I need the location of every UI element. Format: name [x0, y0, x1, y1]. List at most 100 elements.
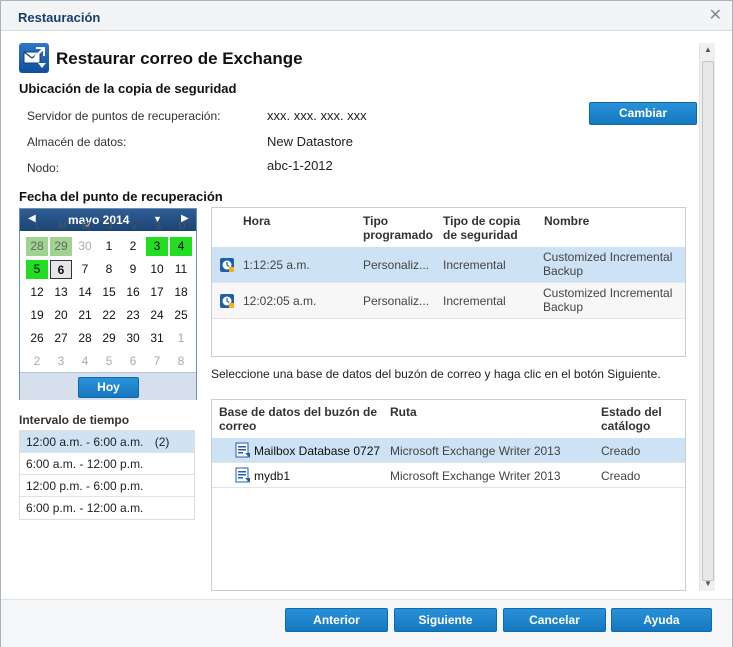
column-header-time[interactable]: Hora — [243, 214, 270, 228]
calendar-day[interactable]: 13 — [50, 283, 72, 302]
calendar-day[interactable]: 8 — [98, 260, 120, 279]
interval-item[interactable]: 6:00 a.m. - 12:00 p.m. — [20, 453, 194, 475]
calendar-day[interactable]: 17 — [146, 283, 168, 302]
database-path: Microsoft Exchange Writer 2013 — [390, 469, 561, 483]
time-interval-list: 12:00 a.m. - 6:00 a.m. (2) 6:00 a.m. - 1… — [19, 430, 195, 520]
column-header-path[interactable]: Ruta — [390, 405, 417, 419]
column-header-catalog-status[interactable]: Estado del catálogo — [601, 405, 662, 433]
calendar-day[interactable]: 26 — [26, 329, 48, 348]
calendar-day[interactable]: 24 — [146, 306, 168, 325]
mailbox-database-grid: Base de datos del buzón de correo Ruta E… — [211, 399, 686, 591]
mailbox-database-row[interactable]: Mailbox Database 0727 Microsoft Exchange… — [212, 438, 685, 463]
calendar-day[interactable]: 5 — [26, 260, 48, 279]
calendar-day[interactable]: 16 — [122, 283, 144, 302]
calendar-day[interactable]: 4 — [170, 237, 192, 256]
calendar-day[interactable]: 15 — [98, 283, 120, 302]
calendar-day[interactable]: 14 — [74, 283, 96, 302]
database-status: Creado — [601, 469, 641, 483]
weekday-label: L — [35, 221, 41, 232]
database-icon — [235, 467, 251, 483]
calendar-day[interactable]: 10 — [146, 260, 168, 279]
calendar-day[interactable]: 22 — [98, 306, 120, 325]
calendar-day[interactable]: 11 — [170, 260, 192, 279]
close-icon[interactable]: ✕ — [709, 5, 722, 25]
change-button[interactable]: Cambiar — [589, 102, 697, 125]
rp-schedule: Personaliz... — [363, 258, 430, 272]
calendar-day[interactable]: 2 — [122, 237, 144, 256]
recovery-point-row[interactable]: 12:02:05 a.m. Personaliz... Incremental … — [212, 283, 685, 319]
calendar-day[interactable]: 21 — [74, 306, 96, 325]
weekday-label: J — [107, 221, 113, 232]
calendar-day[interactable]: 28 — [26, 237, 48, 256]
mailbox-database-row[interactable]: mydb1 Microsoft Exchange Writer 2013 Cre… — [212, 463, 685, 488]
recovery-calendar: ◀ mayo 2014 ▼ ▶ Hoy L M M J V S D 28 29 30 1 2 3 4 5 6 7… — [19, 208, 197, 400]
calendar-day[interactable]: 6 — [122, 352, 144, 371]
recovery-point-icon — [219, 293, 235, 309]
recovery-point-icon — [219, 257, 235, 273]
calendar-day[interactable]: 30 — [122, 329, 144, 348]
calendar-day[interactable]: 18 — [170, 283, 192, 302]
scrollbar-thumb[interactable] — [702, 61, 714, 581]
calendar-day[interactable]: 3 — [50, 352, 72, 371]
calendar-day[interactable]: 4 — [74, 352, 96, 371]
calendar-day[interactable]: 5 — [98, 352, 120, 371]
interval-count: (2) — [154, 435, 170, 449]
column-header-database[interactable]: Base de datos del buzón de correo — [219, 405, 377, 433]
calendar-day[interactable]: 2 — [26, 352, 48, 371]
calendar-day[interactable]: 19 — [26, 306, 48, 325]
calendar-day[interactable]: 31 — [146, 329, 168, 348]
scroll-down-icon[interactable]: ▼ — [700, 577, 716, 591]
previous-button[interactable]: Anterior — [285, 608, 388, 632]
weekday-label: D — [178, 221, 186, 232]
interval-label: 6:00 a.m. - 12:00 p.m. — [26, 457, 144, 471]
calendar-day[interactable]: 1 — [98, 237, 120, 256]
calendar-day[interactable]: 8 — [170, 352, 192, 371]
calendar-day[interactable]: 23 — [122, 306, 144, 325]
weekday-label: M — [57, 221, 67, 232]
help-button[interactable]: Ayuda — [611, 608, 712, 632]
column-header-name[interactable]: Nombre — [544, 214, 589, 228]
rp-name: Customized Incremental Backup — [543, 286, 673, 314]
calendar-day[interactable]: 6 — [50, 260, 72, 279]
rp-schedule: Personaliz... — [363, 294, 430, 308]
interval-label: 12:00 p.m. - 6:00 p.m. — [26, 479, 144, 493]
window-title: Restauración — [18, 10, 101, 25]
calendar-day[interactable]: 29 — [98, 329, 120, 348]
restore-dialog: Restauración ✕ Restaurar correo de Excha… — [0, 0, 733, 647]
calendar-day[interactable]: 12 — [26, 283, 48, 302]
content-area: Restaurar correo de Exchange Ubicación d… — [9, 37, 715, 595]
page-title: Restaurar correo de Exchange — [56, 49, 303, 68]
interval-item[interactable]: 12:00 p.m. - 6:00 p.m. — [20, 475, 194, 497]
calendar-day[interactable]: 27 — [50, 329, 72, 348]
scroll-up-icon[interactable]: ▲ — [700, 43, 716, 57]
recovery-date-heading: Fecha del punto de recuperación — [19, 189, 223, 204]
interval-label: 12:00 a.m. - 6:00 a.m. — [26, 435, 144, 449]
rp-time: 1:12:25 a.m. — [243, 258, 310, 272]
exchange-restore-icon — [19, 43, 49, 73]
column-header-backup-type[interactable]: Tipo de copia de seguridad — [443, 214, 520, 242]
cancel-button[interactable]: Cancelar — [503, 608, 606, 632]
calendar-day[interactable]: 30 — [74, 237, 96, 256]
calendar-day[interactable]: 25 — [170, 306, 192, 325]
calendar-day[interactable]: 7 — [146, 352, 168, 371]
interval-item[interactable]: 12:00 a.m. - 6:00 a.m. (2) — [20, 431, 194, 453]
backup-location-heading: Ubicación de la copia de seguridad — [19, 81, 237, 96]
datastore-value: New Datastore — [267, 134, 353, 149]
calendar-day[interactable]: 28 — [74, 329, 96, 348]
server-label: Servidor de puntos de recuperación: — [27, 109, 221, 123]
database-name: Mailbox Database 0727 — [254, 444, 381, 458]
interval-item[interactable]: 6:00 p.m. - 12:00 a.m. — [20, 497, 194, 519]
calendar-day[interactable]: 7 — [74, 260, 96, 279]
calendar-day[interactable]: 9 — [122, 260, 144, 279]
column-header-schedule-type[interactable]: Tipo programado — [363, 214, 433, 242]
weekday-label: S — [154, 221, 162, 232]
title-bar[interactable]: Restauración ✕ — [1, 1, 732, 31]
today-button[interactable]: Hoy — [78, 377, 139, 398]
vertical-scrollbar[interactable]: ▲ ▼ — [699, 43, 715, 591]
calendar-day[interactable]: 29 — [50, 237, 72, 256]
recovery-point-row[interactable]: 1:12:25 a.m. Personaliz... Incremental C… — [212, 247, 685, 283]
calendar-day[interactable]: 3 — [146, 237, 168, 256]
calendar-day[interactable]: 20 — [50, 306, 72, 325]
calendar-day[interactable]: 1 — [170, 329, 192, 348]
next-button[interactable]: Siguiente — [394, 608, 497, 632]
